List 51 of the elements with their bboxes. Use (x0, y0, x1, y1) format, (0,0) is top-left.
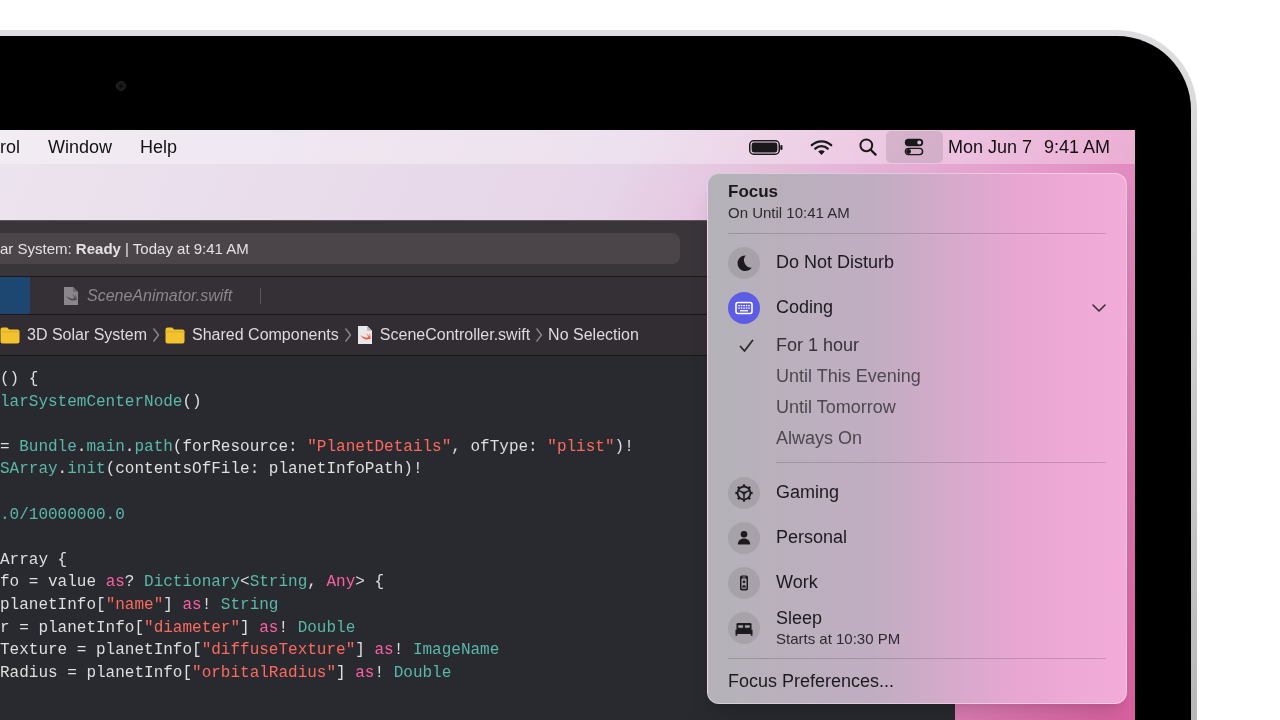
code-line: r = planetInfo["diameter"] as! Double (0, 617, 356, 639)
code-line: .0/10000000.0 (0, 504, 125, 526)
focus-preferences-item[interactable]: Focus Preferences... (728, 659, 1106, 703)
menu-bar-item[interactable]: Window (48, 136, 113, 158)
duration-option[interactable]: Until This Evening (728, 361, 1106, 392)
breadcrumb-item[interactable]: SceneController.swift (356, 325, 531, 345)
code-line: Texture = planetInfo["diffuseTexture"] as! ImageName (0, 640, 500, 662)
code-line: Array { (0, 549, 68, 571)
code-line: larSystemCenterNode() (0, 391, 202, 413)
duration-option[interactable]: Always On (728, 423, 1106, 454)
folder-icon (165, 326, 186, 344)
chevron-right-icon (535, 326, 544, 344)
breadcrumb-item[interactable]: Shared Components (165, 325, 339, 345)
breadcrumb-item[interactable]: 3D Solar System (0, 325, 148, 345)
menu-bar-item[interactable]: rol (0, 136, 20, 158)
battery-icon[interactable] (748, 139, 783, 155)
editor-tab[interactable]: SceneAnimator.swift (30, 277, 261, 314)
code-line: SArray.init(contentsOfFile: planetInfoPath)! (0, 459, 423, 481)
duration-option[interactable]: For 1 hour (728, 330, 1106, 361)
time-text[interactable]: 9:41 AM (1043, 136, 1110, 158)
focus-mode-item[interactable]: Personal (728, 515, 1106, 560)
code-line: () { (0, 369, 39, 390)
focus-mode-item[interactable]: Do Not Disturb (728, 240, 1106, 285)
menu-bar-item[interactable]: Help (140, 136, 178, 158)
schedule-text: Starts at 10:30 PM (776, 628, 901, 648)
chevron-right-icon (152, 326, 161, 344)
focus-mode-item[interactable]: Coding (728, 285, 1106, 330)
chevron-right-icon (343, 326, 352, 344)
code-line: planetInfo["name"] as! String (0, 594, 279, 616)
date-text[interactable]: Mon Jun 7 (947, 136, 1032, 158)
file-icon (63, 285, 79, 306)
control-center-button[interactable] (885, 131, 943, 163)
breadcrumb-item[interactable]: No Selection (548, 325, 639, 345)
code-line: fo = value as? Dictionary<String, Any> { (0, 572, 385, 594)
checkmark-icon (739, 338, 754, 353)
wifi-icon[interactable] (809, 138, 833, 156)
search-icon[interactable] (858, 138, 877, 156)
camera-icon (116, 81, 126, 91)
activity-status-bar: ar System: Ready | Today at 9:41 AM (0, 233, 680, 264)
focus-mode-item[interactable]: Gaming (728, 470, 1106, 515)
focus-mode-item[interactable]: Sleep Starts at 10:30 PM (728, 605, 1106, 650)
chevron-down-icon[interactable] (1092, 303, 1106, 312)
file-icon (356, 325, 373, 345)
focus-mode-item[interactable]: Work (728, 560, 1106, 605)
focus-status-text: On Until 10:41 AM (728, 203, 850, 223)
code-line: = Bundle.main.path(forResource: "PlanetDetails", ofType: "plist")! (0, 436, 634, 458)
toggle-switches-icon (904, 138, 925, 156)
focus-title: Focus (728, 181, 779, 203)
duration-option[interactable]: Until Tomorrow (728, 392, 1106, 423)
folder-icon (0, 326, 20, 344)
code-line: Radius = planetInfo["orbitalRadius"] as! Double (0, 662, 452, 684)
